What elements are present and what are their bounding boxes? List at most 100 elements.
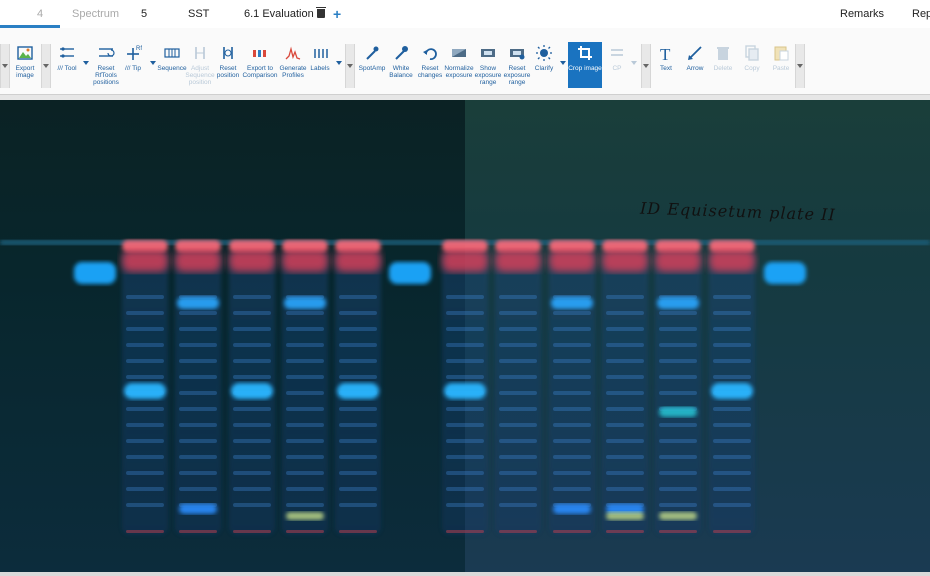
minor-band [659, 503, 697, 507]
minor-band [286, 311, 324, 315]
minor-band [446, 295, 484, 299]
minor-band [713, 375, 751, 379]
minor-band [606, 295, 644, 299]
origin-mark [339, 530, 377, 533]
normalize-exposure-label: Normalize exposure [444, 65, 474, 79]
tab-5[interactable]: 5 [141, 8, 147, 20]
minor-band [553, 375, 591, 379]
tab-remarks[interactable]: Remarks [840, 8, 884, 20]
blue-band [337, 383, 379, 399]
minor-band [446, 359, 484, 363]
clarify-button[interactable]: Clarify [527, 44, 561, 72]
minor-band [233, 359, 271, 363]
minor-band [499, 327, 537, 331]
minor-band [606, 439, 644, 443]
crop-image-button[interactable]: Crop image [568, 42, 602, 88]
spotamp-label: SpotAmp [358, 65, 386, 72]
paste-button[interactable]: Paste [764, 44, 798, 72]
minor-band [713, 311, 751, 315]
trash-icon[interactable] [315, 7, 326, 18]
minor-band [713, 471, 751, 475]
tab-spectrum[interactable]: Spectrum [72, 8, 119, 20]
chevron-down-icon[interactable] [336, 61, 342, 65]
minor-band [659, 487, 697, 491]
minor-band [286, 487, 324, 491]
minor-band [659, 375, 697, 379]
blue-band [231, 383, 273, 399]
origin-mark [606, 530, 644, 533]
minor-band [179, 359, 217, 363]
blue-band [553, 504, 591, 514]
export-image-button[interactable]: Export image [8, 44, 42, 79]
origin-mark [446, 530, 484, 533]
blue-band [711, 383, 753, 399]
reset-rftools-label: Reset RfTools positions [93, 65, 119, 86]
svg-text:T: T [660, 45, 671, 62]
minor-band [179, 391, 217, 395]
minor-band [233, 295, 271, 299]
bottom-scrollbar[interactable] [0, 572, 930, 576]
red-band [122, 250, 168, 272]
red-band [709, 250, 755, 272]
cp-button[interactable]: CP [600, 44, 634, 72]
red-band [282, 250, 328, 272]
minor-band [233, 311, 271, 315]
minor-band [339, 311, 377, 315]
chevron-down-icon[interactable] [631, 61, 637, 65]
minor-band [179, 471, 217, 475]
chevron-down-icon[interactable] [560, 61, 566, 65]
tab-report[interactable]: Rep [912, 8, 930, 20]
minor-band [339, 407, 377, 411]
image-icon [17, 46, 33, 60]
minor-band [233, 471, 271, 475]
labels-button[interactable]: Labels [303, 44, 337, 72]
minor-band [126, 423, 164, 427]
pipette-icon [366, 46, 379, 60]
reset-position-button[interactable]: Reset position [211, 44, 245, 79]
minor-band [499, 359, 537, 363]
text-icon: T [660, 45, 671, 62]
labels-icon [314, 49, 328, 58]
toolbar-group-handle[interactable] [345, 44, 355, 88]
normalize-icon [452, 49, 466, 57]
minor-band [179, 327, 217, 331]
tab-evaluation[interactable]: 6.1 Evaluation [244, 7, 326, 20]
export-comparison-button[interactable]: Export to Comparison [241, 44, 279, 79]
plate-image[interactable]: ID Equisetum plate II [0, 100, 930, 576]
toolbar-group-handle[interactable] [795, 44, 805, 88]
minor-band [339, 295, 377, 299]
add-tab-button[interactable]: + [333, 6, 341, 22]
tip-button[interactable]: Rf /// Tip [116, 44, 150, 72]
arrow-icon [688, 46, 702, 60]
clarify-label: Clarify [534, 65, 554, 72]
minor-band [659, 327, 697, 331]
minor-band [659, 391, 697, 395]
origin-mark [553, 530, 591, 533]
minor-band [499, 391, 537, 395]
minor-band [446, 503, 484, 507]
red-band [549, 250, 595, 272]
minor-band [339, 423, 377, 427]
minor-band [606, 487, 644, 491]
minor-band [233, 503, 271, 507]
minor-band [126, 503, 164, 507]
minor-band [126, 439, 164, 443]
minor-band [713, 455, 751, 459]
minor-band [126, 407, 164, 411]
minor-band [446, 471, 484, 475]
text-label: Text [660, 65, 672, 72]
minor-band [446, 375, 484, 379]
minor-band [286, 327, 324, 331]
tab-evaluation-label: 6.1 Evaluation [244, 8, 314, 20]
tool-button[interactable]: /// Tool [50, 44, 84, 72]
reference-band [74, 262, 116, 284]
tab-sst[interactable]: SST [188, 8, 209, 20]
minor-band [126, 295, 164, 299]
minor-band [553, 327, 591, 331]
minor-band [606, 423, 644, 427]
tip-icon: Rf [127, 46, 142, 60]
minor-band [446, 343, 484, 347]
minor-band [553, 311, 591, 315]
minor-band [339, 487, 377, 491]
tab-4[interactable]: 4 [37, 8, 43, 20]
